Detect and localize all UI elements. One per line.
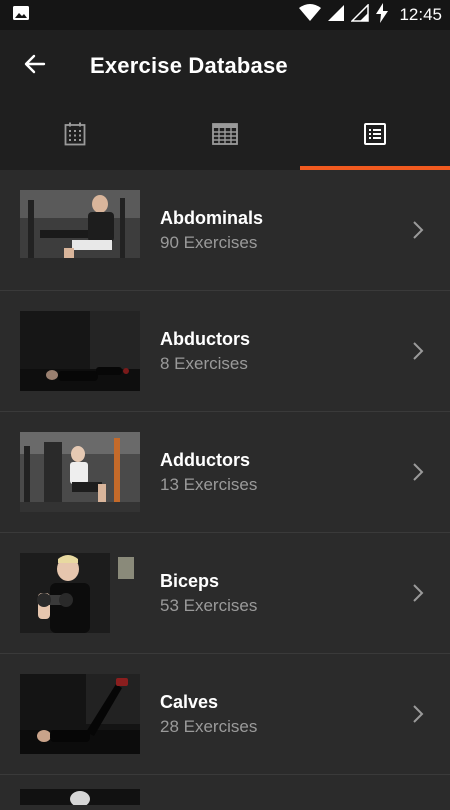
exercise-count: 8 Exercises <box>160 353 248 373</box>
muscle-name: Calves <box>160 691 219 712</box>
arrow-back-icon <box>23 52 47 81</box>
list-icon <box>364 122 386 150</box>
muscle-name: Abductors <box>160 328 250 349</box>
list-item-partial[interactable] <box>0 775 450 807</box>
table-grid-icon <box>212 122 238 150</box>
muscle-name: Biceps <box>160 570 220 591</box>
signal-icon <box>327 4 345 27</box>
exercise-thumbnail <box>20 789 140 807</box>
exercise-thumbnail <box>20 432 140 512</box>
exercise-thumbnail <box>20 190 140 270</box>
calendar-icon <box>64 122 86 151</box>
chevron-right-icon <box>398 704 438 724</box>
exercise-thumbnail <box>20 553 140 633</box>
list-item-adductors[interactable]: Adductors 13 Exercises <box>0 412 450 533</box>
list-item-abdominals[interactable]: Abdominals 90 Exercises <box>0 170 450 291</box>
view-tabs <box>0 102 450 170</box>
page-title: Exercise Database <box>90 53 288 78</box>
exercise-count: 13 Exercises <box>160 474 258 494</box>
exercise-count: 28 Exercises <box>160 716 258 736</box>
muscle-name: Abdominals <box>160 207 264 228</box>
exercise-count: 90 Exercises <box>160 232 258 252</box>
image-notification-icon <box>12 5 30 26</box>
exercise-thumbnail <box>20 674 140 754</box>
chevron-right-icon <box>398 462 438 482</box>
tab-list[interactable] <box>300 102 450 170</box>
app-bar: Exercise Database <box>0 30 450 102</box>
status-time: 12:45 <box>399 5 442 24</box>
tab-calendar[interactable] <box>0 102 150 170</box>
back-button[interactable] <box>0 30 70 102</box>
list-item-abductors[interactable]: Abductors 8 Exercises <box>0 291 450 412</box>
list-item-calves[interactable]: Calves 28 Exercises <box>0 654 450 775</box>
chevron-right-icon <box>398 341 438 361</box>
muscle-group-list: Abdominals 90 Exercises Abductors 8 Exer… <box>0 170 450 807</box>
list-item-biceps[interactable]: Biceps 53 Exercises <box>0 533 450 654</box>
muscle-name: Adductors <box>160 449 250 470</box>
status-bar: 12:45 <box>0 0 450 30</box>
chevron-right-icon <box>398 220 438 240</box>
signal-secondary-icon <box>350 2 370 27</box>
exercise-thumbnail <box>20 311 140 391</box>
exercise-count: 53 Exercises <box>160 595 258 615</box>
wifi-icon <box>299 3 322 27</box>
chevron-right-icon <box>398 583 438 603</box>
charging-icon <box>375 2 389 28</box>
tab-table[interactable] <box>150 102 300 170</box>
